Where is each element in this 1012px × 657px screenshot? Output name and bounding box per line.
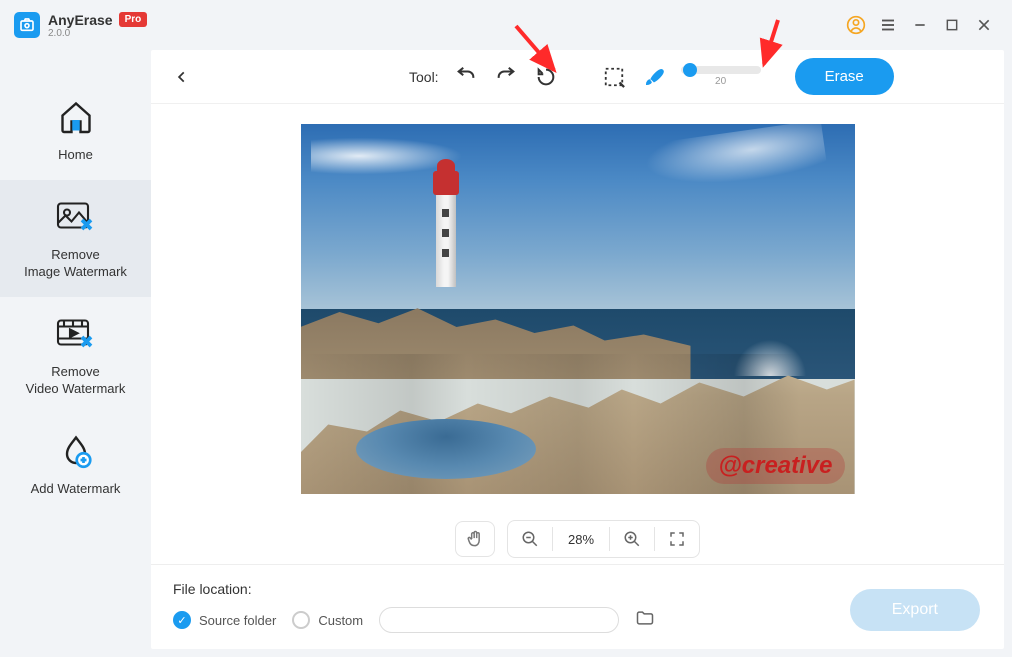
- add-watermark-icon: [55, 430, 97, 472]
- tool-label: Tool:: [409, 69, 439, 85]
- source-folder-radio[interactable]: Source folder: [173, 611, 276, 629]
- brush-size-value: 20: [715, 76, 726, 87]
- footer: File location: Source folder Custom Expo…: [151, 564, 1004, 649]
- maximize-button[interactable]: [938, 11, 966, 39]
- app-name: AnyErase: [48, 12, 113, 28]
- undo-button[interactable]: [453, 64, 479, 90]
- zoom-in-button[interactable]: [610, 521, 654, 557]
- user-icon[interactable]: [842, 11, 870, 39]
- zoom-out-button[interactable]: [508, 521, 552, 557]
- back-button[interactable]: [169, 64, 195, 90]
- watermark-overlay: @creative: [706, 448, 844, 484]
- pan-tool-button[interactable]: [455, 521, 495, 557]
- brush-tool-button[interactable]: [641, 64, 667, 90]
- marquee-tool-button[interactable]: [601, 64, 627, 90]
- image-preview: @creative: [301, 124, 855, 494]
- fit-screen-button[interactable]: [655, 521, 699, 557]
- sidebar-item-label: Add Watermark: [31, 480, 121, 498]
- erase-button[interactable]: Erase: [795, 58, 894, 95]
- brush-size-slider[interactable]: 20: [681, 66, 761, 87]
- home-icon: [55, 96, 97, 138]
- sidebar-item-remove-video-watermark[interactable]: Remove Video Watermark: [0, 297, 151, 414]
- sidebar-item-add-watermark[interactable]: Add Watermark: [0, 414, 151, 514]
- toolbar: Tool: 20 Erase: [151, 50, 1004, 104]
- watermark-text: @creative: [718, 452, 832, 479]
- image-watermark-icon: [55, 196, 97, 238]
- app-version: 2.0.0: [48, 28, 147, 39]
- reset-button[interactable]: [533, 64, 559, 90]
- radio-checked-icon: [173, 611, 191, 629]
- redo-button[interactable]: [493, 64, 519, 90]
- sidebar-item-label: Remove Video Watermark: [26, 363, 126, 398]
- sidebar-item-remove-image-watermark[interactable]: Remove Image Watermark: [0, 180, 151, 297]
- app-title-block: AnyErase Pro 2.0.0: [48, 12, 147, 39]
- custom-label: Custom: [318, 613, 363, 628]
- sidebar-item-label: Home: [58, 146, 93, 164]
- canvas-area[interactable]: @creative: [151, 104, 1004, 514]
- main-area: Tool: 20 Erase: [151, 50, 1004, 649]
- radio-unchecked-icon: [292, 611, 310, 629]
- source-folder-label: Source folder: [199, 613, 276, 628]
- zoom-value: 28%: [553, 532, 609, 547]
- export-button[interactable]: Export: [850, 589, 980, 631]
- sidebar-item-home[interactable]: Home: [0, 80, 151, 180]
- zoom-controls: 28%: [151, 514, 1004, 564]
- custom-folder-radio[interactable]: Custom: [292, 611, 363, 629]
- video-watermark-icon: [55, 313, 97, 355]
- minimize-button[interactable]: [906, 11, 934, 39]
- menu-icon[interactable]: [874, 11, 902, 39]
- close-button[interactable]: [970, 11, 998, 39]
- app-logo-icon: [14, 12, 40, 38]
- browse-folder-button[interactable]: [635, 608, 655, 633]
- title-bar: AnyErase Pro 2.0.0: [0, 0, 1012, 50]
- sidebar: Home Remove Image Watermark Remove Video…: [0, 50, 151, 657]
- pro-badge: Pro: [119, 12, 148, 27]
- custom-path-input[interactable]: [379, 607, 619, 633]
- sidebar-item-label: Remove Image Watermark: [24, 246, 127, 281]
